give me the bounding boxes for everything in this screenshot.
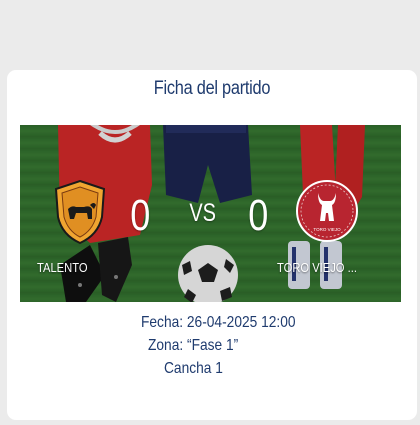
bull-shield-icon [54, 179, 106, 245]
away-team-name: TORO VIEJO ... [277, 260, 357, 275]
match-date: Fecha: 26-04-2025 12:00 [141, 314, 296, 331]
vs-label: VS [189, 199, 217, 227]
toro-viejo-logo-icon: TORO VIEJO [296, 180, 358, 242]
match-field: Cancha 1 [164, 360, 223, 377]
match-banner: 0 VS 0 TORO VIEJO TALENTO TORO VIEJO ... [20, 125, 401, 302]
away-score: 0 [248, 191, 269, 240]
match-card: Ficha del partido 0 VS 0 TORO VIEJO TALE… [7, 70, 417, 420]
away-badge-text: TORO VIEJO [313, 227, 341, 232]
home-team-name: TALENTO [37, 260, 88, 275]
match-zone: Zona: “Fase 1” [148, 337, 239, 354]
home-score: 0 [130, 191, 151, 240]
match-title: Ficha del partido [153, 78, 271, 99]
